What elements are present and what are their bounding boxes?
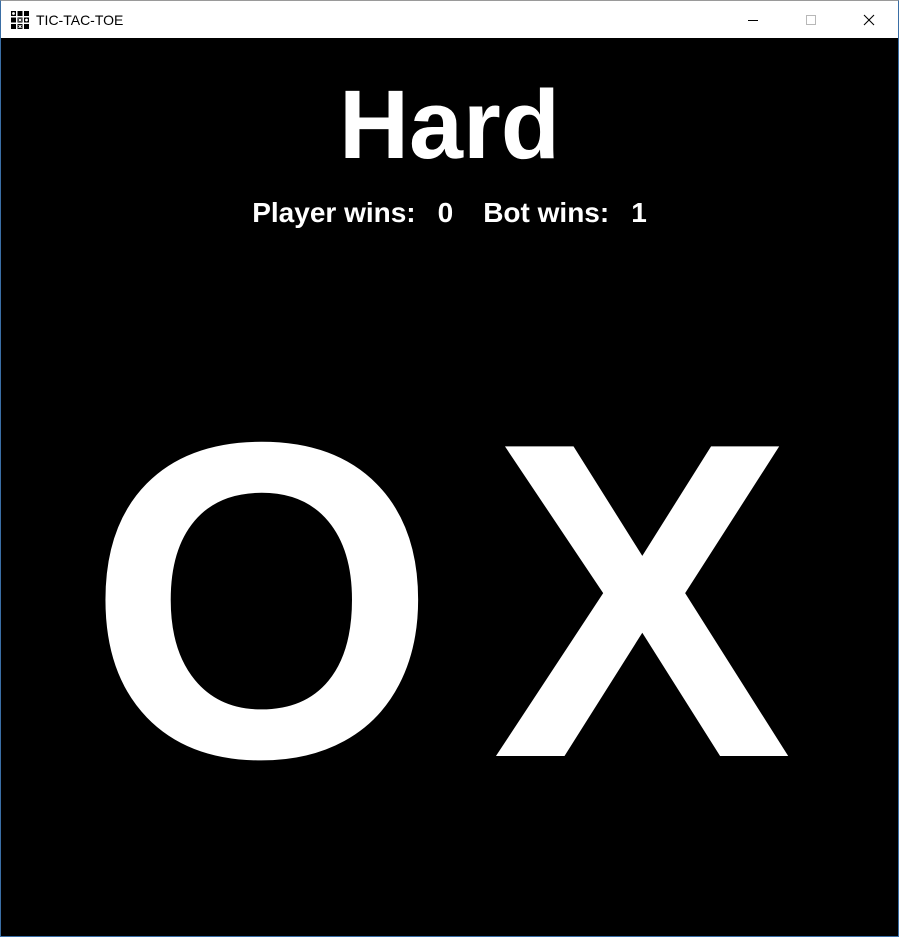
big-x-letter: X <box>492 350 793 852</box>
window-controls <box>724 1 898 38</box>
big-o-letter: O <box>87 350 438 852</box>
score-line: Player wins: 0 Bot wins: 1 <box>1 193 898 233</box>
player-wins-count: 0 <box>437 197 454 228</box>
maximize-button[interactable] <box>782 1 840 38</box>
bot-wins-count: 1 <box>631 197 647 228</box>
app-window: TIC-TAC-TOE Hard Player wins: 0 Bot wins… <box>0 0 899 937</box>
tic-tac-toe-grid-icon <box>10 9 30 30</box>
title-bar[interactable]: TIC-TAC-TOE <box>1 1 898 38</box>
close-button[interactable] <box>840 1 898 38</box>
player-wins-label: Player wins: <box>252 197 416 228</box>
close-icon <box>863 14 875 25</box>
bot-wins-label: Bot wins: <box>483 197 610 228</box>
minimize-button[interactable] <box>724 1 782 38</box>
window-title: TIC-TAC-TOE <box>36 11 124 28</box>
minimize-icon <box>748 19 758 21</box>
difficulty-title: Hard <box>339 70 560 179</box>
maximize-icon <box>806 14 816 25</box>
game-area[interactable]: Hard Player wins: 0 Bot wins: 1 O X <box>1 38 898 936</box>
